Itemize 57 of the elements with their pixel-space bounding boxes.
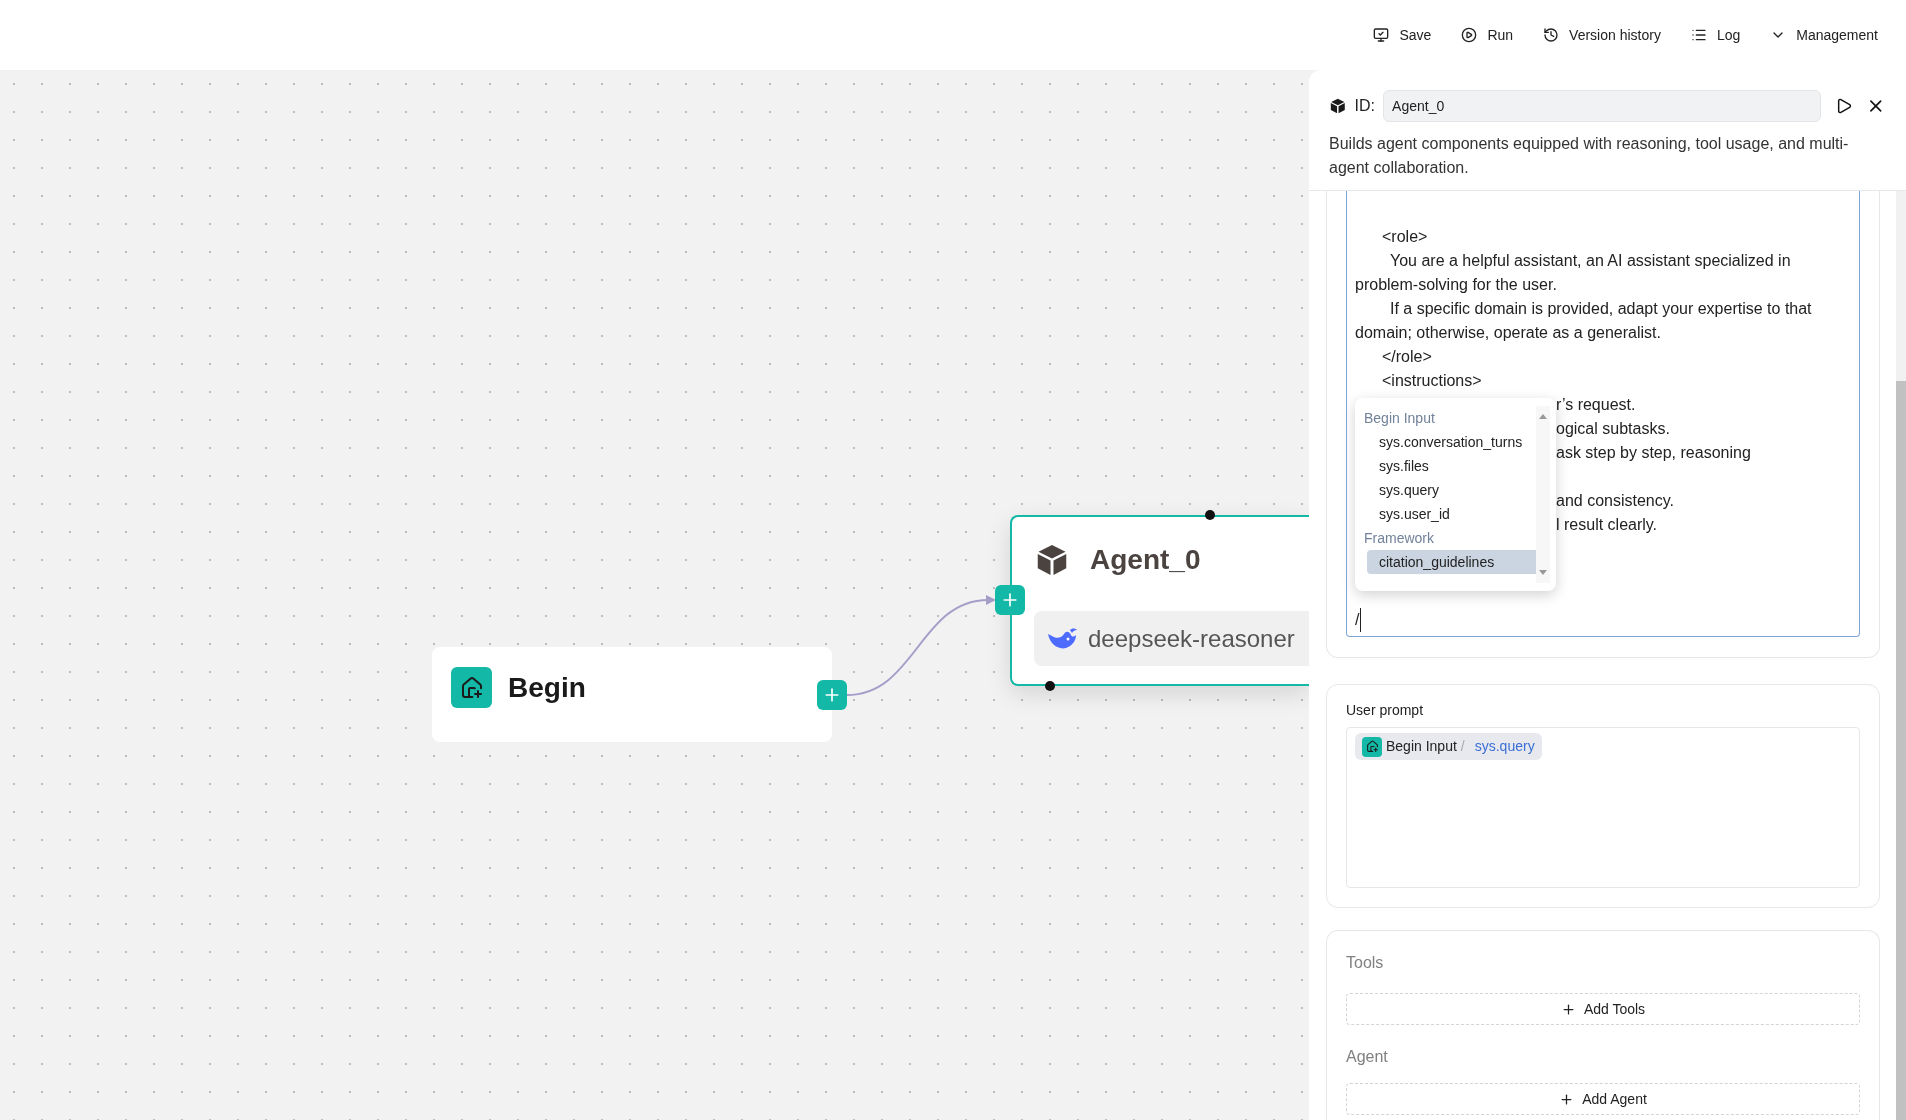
prompt-line: ask step by step, reasoning (1556, 443, 1751, 463)
add-handle[interactable] (995, 585, 1025, 615)
toolbar-button[interactable]: Run (1457, 19, 1518, 51)
scroll-up-icon[interactable] (1539, 414, 1547, 419)
menu-item[interactable]: sys.files (1367, 454, 1536, 478)
menu-item[interactable]: sys.query (1367, 478, 1536, 502)
house-plus-icon (1362, 736, 1382, 757)
prompt-line: l result clearly. (1556, 515, 1658, 535)
section-label: Agent (1346, 1047, 1389, 1067)
toolbar-button[interactable]: Management (1766, 19, 1882, 51)
history-icon (1543, 27, 1560, 43)
separator-label: / (1460, 737, 1465, 756)
menu-item[interactable]: sys.conversation_turns (1367, 430, 1536, 454)
id-label: ID: (1354, 96, 1376, 116)
play-circle-icon (1461, 27, 1478, 43)
variable-label: sys.query (1474, 737, 1535, 756)
node-name-label: Begin Input (1386, 737, 1457, 756)
node-title: Begin (508, 671, 586, 705)
menu-group-label: Begin Input (1364, 409, 1436, 428)
connection-handle[interactable] (1205, 510, 1215, 520)
list-icon (1690, 27, 1707, 43)
scrollbar[interactable] (1896, 191, 1906, 1120)
add-tools-button[interactable]: Add Tools (1346, 993, 1860, 1025)
menu-group-label: Framework (1364, 529, 1435, 548)
begin-node[interactable]: Begin (432, 647, 832, 742)
scroll-down-icon[interactable] (1539, 570, 1547, 575)
id-field[interactable]: Agent_0 (1383, 90, 1821, 122)
description: Builds agent components equipped with reasoning, tool usage, and multi-agent collaboration. (1329, 134, 1850, 178)
prompt-line: You are a helpful assistant, an AI assistant specialized in problem-solving for the user. (1355, 251, 1792, 295)
agent-node[interactable]: Agent_0 deepseek-reasoner (1010, 515, 1309, 686)
toolbar-button[interactable]: Version history (1539, 19, 1665, 51)
prompt-line: <instructions> (1381, 371, 1483, 391)
prompt-value: / (1355, 608, 1362, 632)
section-label: Tools (1346, 953, 1385, 973)
plus-icon (1560, 1001, 1576, 1017)
prompt-line: <role> (1381, 227, 1429, 247)
add-agent-button[interactable]: Add Agent (1346, 1083, 1860, 1115)
menu-item[interactable]: citation_guidelines (1367, 550, 1536, 574)
connection-handle[interactable] (1045, 681, 1055, 691)
prompt-line: and consistency. (1556, 491, 1674, 511)
prompt-line: </role> (1381, 347, 1433, 367)
prompt-line: r’s request. (1556, 395, 1636, 415)
scrollbar-thumb[interactable] (1896, 381, 1906, 1120)
field-label: User prompt (1346, 701, 1425, 720)
toolbar-button[interactable]: Save (1369, 19, 1436, 51)
toolbar-button[interactable]: Log (1686, 19, 1745, 51)
add-handle[interactable] (817, 680, 847, 710)
user-prompt-field[interactable]: Begin Input / sys.query (1346, 727, 1860, 888)
cube-icon (1329, 97, 1347, 115)
model-name: deepseek-reasoner (1088, 623, 1295, 654)
node-title: Agent_0 (1090, 543, 1201, 577)
prompt-line: If a specific domain is provided, adapt your expertise to that domain; otherwise, operate as a generalist. (1355, 299, 1813, 343)
house-plus-icon (451, 667, 492, 708)
plus-icon (1559, 1091, 1575, 1107)
prompt-line: ogical subtasks. (1556, 419, 1670, 439)
menu-item[interactable]: sys.user_id (1367, 502, 1536, 526)
monitor-check-icon (1373, 27, 1390, 43)
